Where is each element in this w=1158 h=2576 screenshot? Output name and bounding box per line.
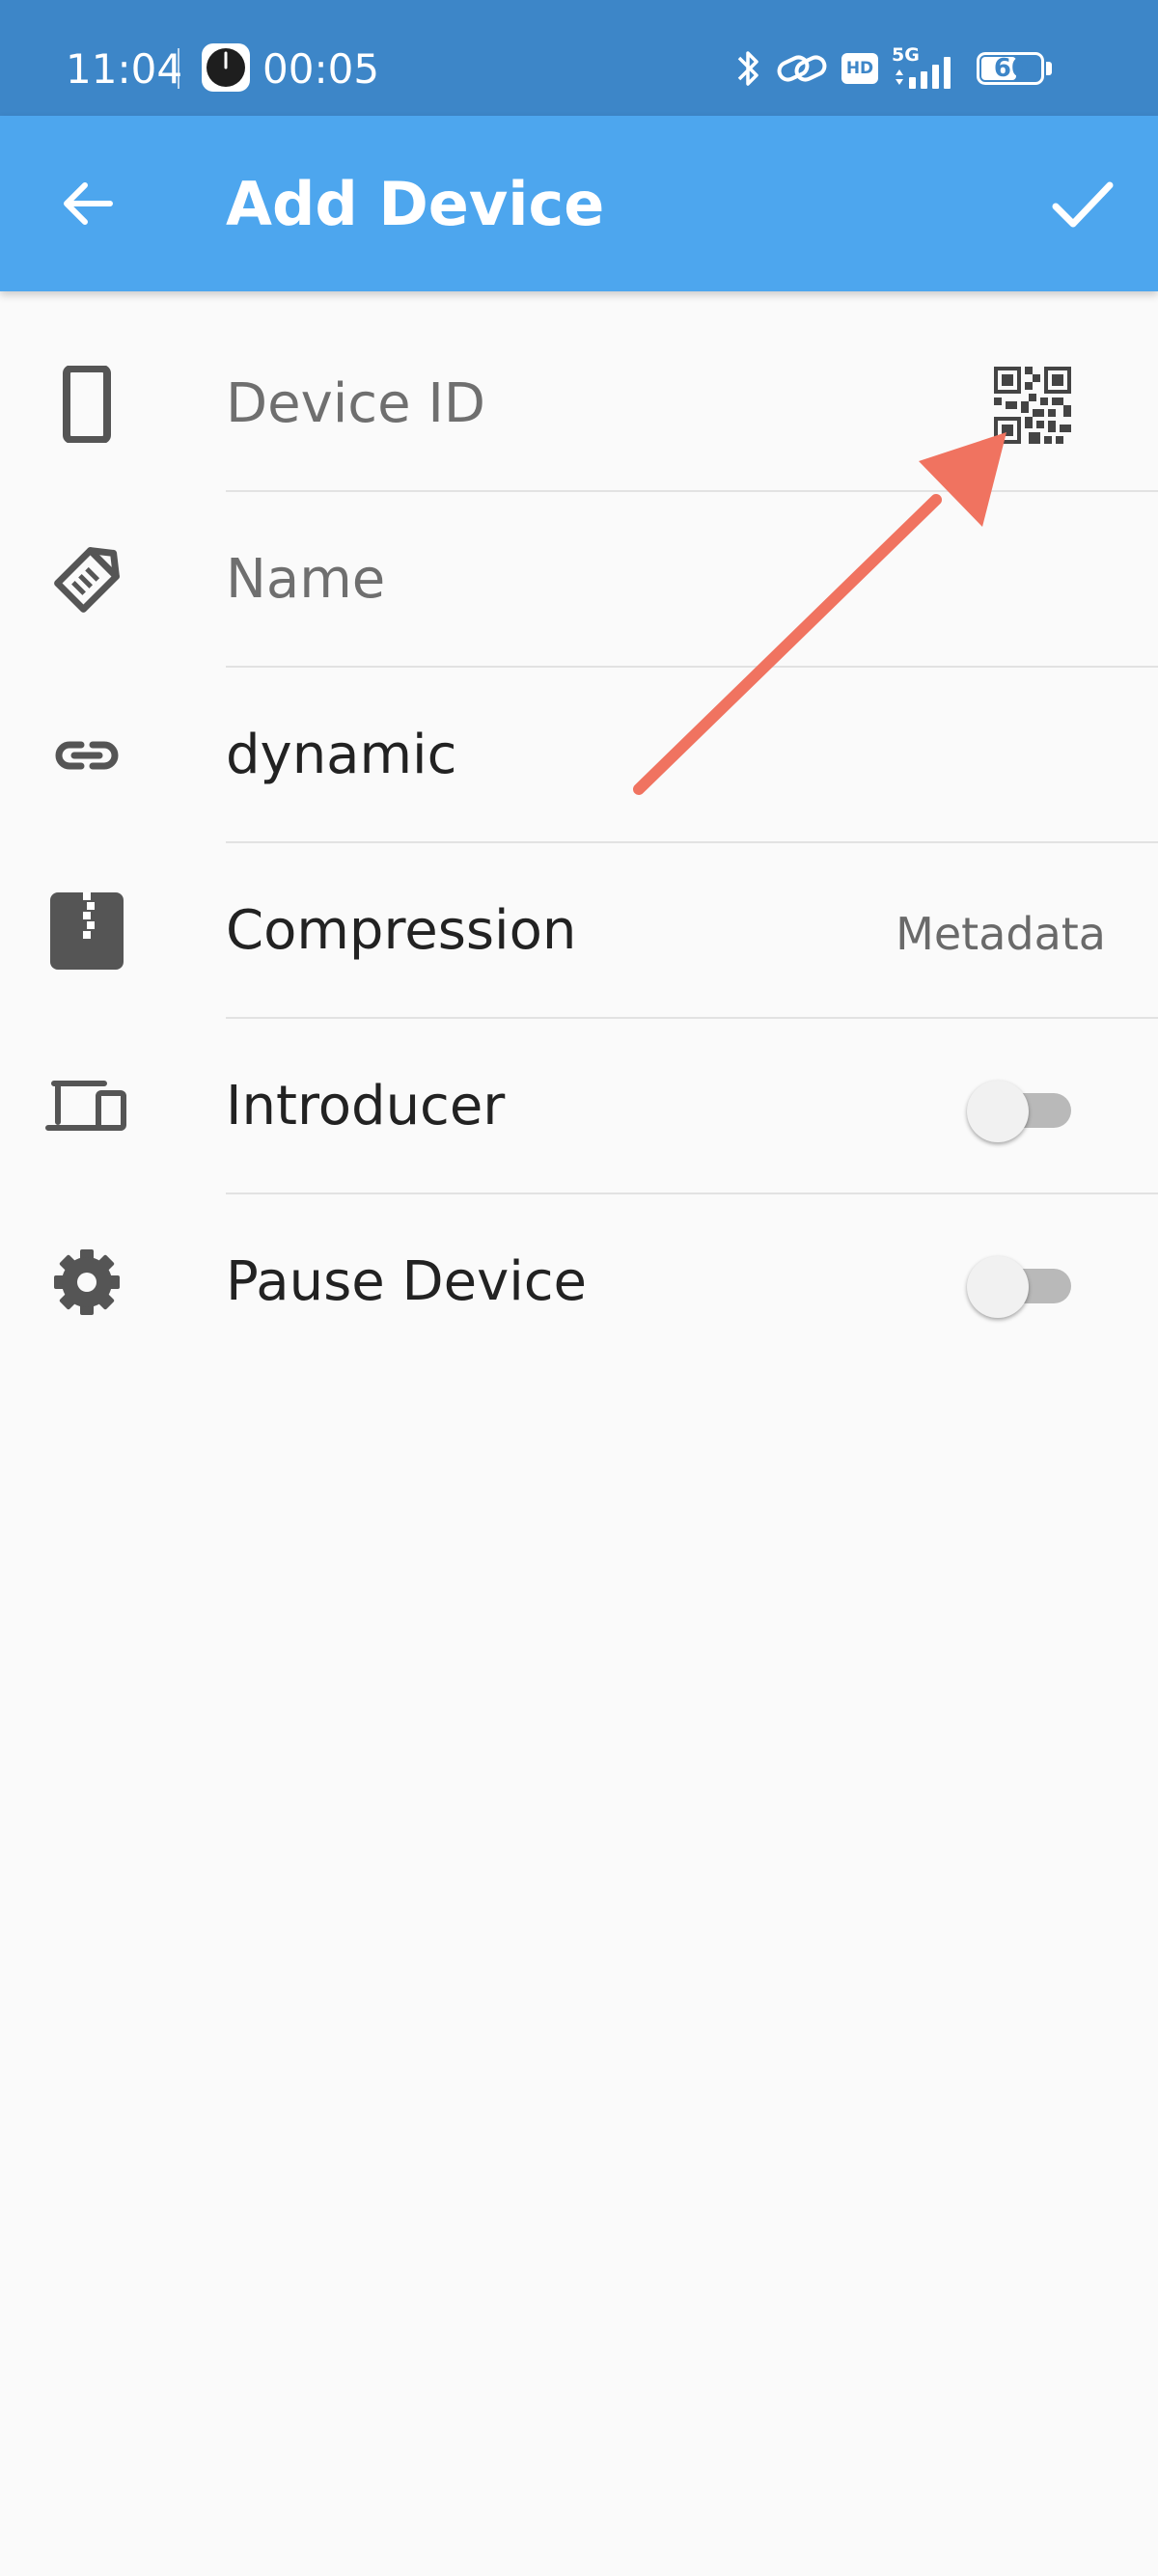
hd-icon: HD <box>841 53 878 84</box>
bluetooth-icon <box>737 51 758 86</box>
toggle-thumb <box>967 1256 1029 1318</box>
arrow-back-icon[interactable] <box>48 164 127 243</box>
status-bar: 11:04 00:05 HD 5G 60 <box>0 0 1158 116</box>
page-title: Add Device <box>226 169 605 239</box>
introducer-row[interactable]: Introducer <box>0 1019 1158 1194</box>
name-row[interactable]: Name <box>0 492 1158 668</box>
status-timer: 00:05 <box>262 45 380 93</box>
introducer-label: Introducer <box>226 1075 506 1137</box>
address-field[interactable]: dynamic <box>226 726 456 785</box>
hd-badge: HD <box>845 59 874 78</box>
name-field[interactable]: Name <box>226 550 385 610</box>
pause-device-label: Pause Device <box>226 1250 588 1313</box>
signal-icon: 5G <box>892 44 969 91</box>
pause-device-toggle[interactable] <box>967 1256 1075 1318</box>
compression-value[interactable]: Metadata <box>896 907 1106 961</box>
introducer-toggle[interactable] <box>967 1081 1075 1142</box>
device-id-row[interactable]: Device ID <box>0 316 1158 492</box>
device-id-field[interactable]: Device ID <box>226 374 485 434</box>
link-icon <box>55 741 119 770</box>
app-bar: Add Device <box>0 116 1158 291</box>
zip-icon <box>50 892 124 970</box>
battery-icon: 60 <box>977 52 1052 85</box>
check-icon[interactable] <box>1042 164 1121 243</box>
compression-row[interactable]: Compression Metadata <box>0 843 1158 1019</box>
phone-icon <box>63 366 111 443</box>
tag-icon <box>54 547 120 613</box>
battery-level: 60 <box>993 54 1030 83</box>
toggle-thumb <box>967 1081 1029 1142</box>
clock-icon <box>202 43 250 92</box>
qr-code-icon[interactable] <box>994 367 1071 444</box>
status-time: 11:04 <box>66 45 183 93</box>
compression-label: Compression <box>226 899 577 962</box>
gear-icon <box>54 1249 120 1315</box>
pause-device-row[interactable]: Pause Device <box>0 1194 1158 1370</box>
address-row[interactable]: dynamic <box>0 668 1158 843</box>
status-separator <box>178 48 179 89</box>
devices-icon <box>45 1081 126 1131</box>
link-icon <box>777 55 827 82</box>
